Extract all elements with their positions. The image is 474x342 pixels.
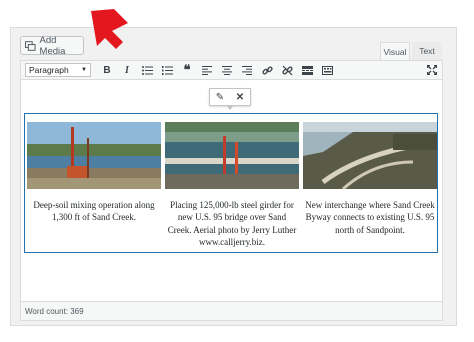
tab-visual-label: Visual: [383, 46, 407, 57]
gallery-caption: New interchange where Sand Creek Byway c…: [305, 200, 435, 235]
gallery-block[interactable]: Deep-soil mixing operation along 1,300 f…: [24, 113, 438, 253]
chevron-down-icon: ▼: [81, 67, 87, 73]
gallery-image-steel-girder[interactable]: [165, 122, 299, 189]
gallery-image-soil-mixing[interactable]: [27, 122, 161, 189]
align-left-icon[interactable]: [197, 62, 217, 78]
remove-link-icon[interactable]: [277, 62, 297, 78]
insert-link-icon[interactable]: [257, 62, 277, 78]
align-center-icon[interactable]: [217, 62, 237, 78]
gallery-edit-toolbar: ✎ ✕: [209, 88, 251, 110]
gallery-item[interactable]: New interchange where Sand Creek Byway c…: [303, 122, 438, 236]
add-media-label: Add Media: [39, 34, 66, 57]
remove-x-icon[interactable]: ✕: [236, 92, 244, 103]
edit-pencil-icon[interactable]: ✎: [216, 92, 224, 103]
italic-icon[interactable]: I: [117, 62, 137, 78]
gallery-item[interactable]: Deep-soil mixing operation along 1,300 f…: [27, 122, 161, 224]
gallery-image-interchange[interactable]: [303, 122, 438, 191]
numbered-list-icon[interactable]: [157, 62, 177, 78]
format-select[interactable]: Paragraph ▼: [25, 63, 91, 77]
bulleted-list-icon[interactable]: [137, 62, 157, 78]
read-more-icon[interactable]: [297, 62, 317, 78]
align-right-icon[interactable]: [237, 62, 257, 78]
tab-visual[interactable]: Visual: [380, 42, 410, 60]
blockquote-icon[interactable]: ❝: [177, 62, 197, 78]
annotation-arrow-icon: [91, 9, 128, 49]
tab-text[interactable]: Text: [412, 42, 442, 60]
gallery-caption: Placing 125,000-lb steel girder for new …: [167, 200, 297, 248]
editor-status-bar: Word count: 369: [20, 302, 443, 321]
add-media-icon: [25, 40, 36, 51]
toolbar-toggle-icon[interactable]: [317, 62, 337, 78]
bold-icon[interactable]: B: [97, 62, 117, 78]
editor-toolbar: Paragraph ▼ B I ❝: [20, 60, 443, 80]
add-media-button[interactable]: Add Media: [20, 34, 84, 57]
gallery-caption: Deep-soil mixing operation along 1,300 f…: [33, 200, 155, 223]
format-select-value: Paragraph: [29, 65, 69, 75]
fullscreen-icon[interactable]: [422, 62, 442, 78]
gallery-item[interactable]: Placing 125,000-lb steel girder for new …: [165, 122, 299, 249]
word-count: Word count: 369: [25, 306, 84, 316]
tab-text-label: Text: [419, 46, 435, 56]
